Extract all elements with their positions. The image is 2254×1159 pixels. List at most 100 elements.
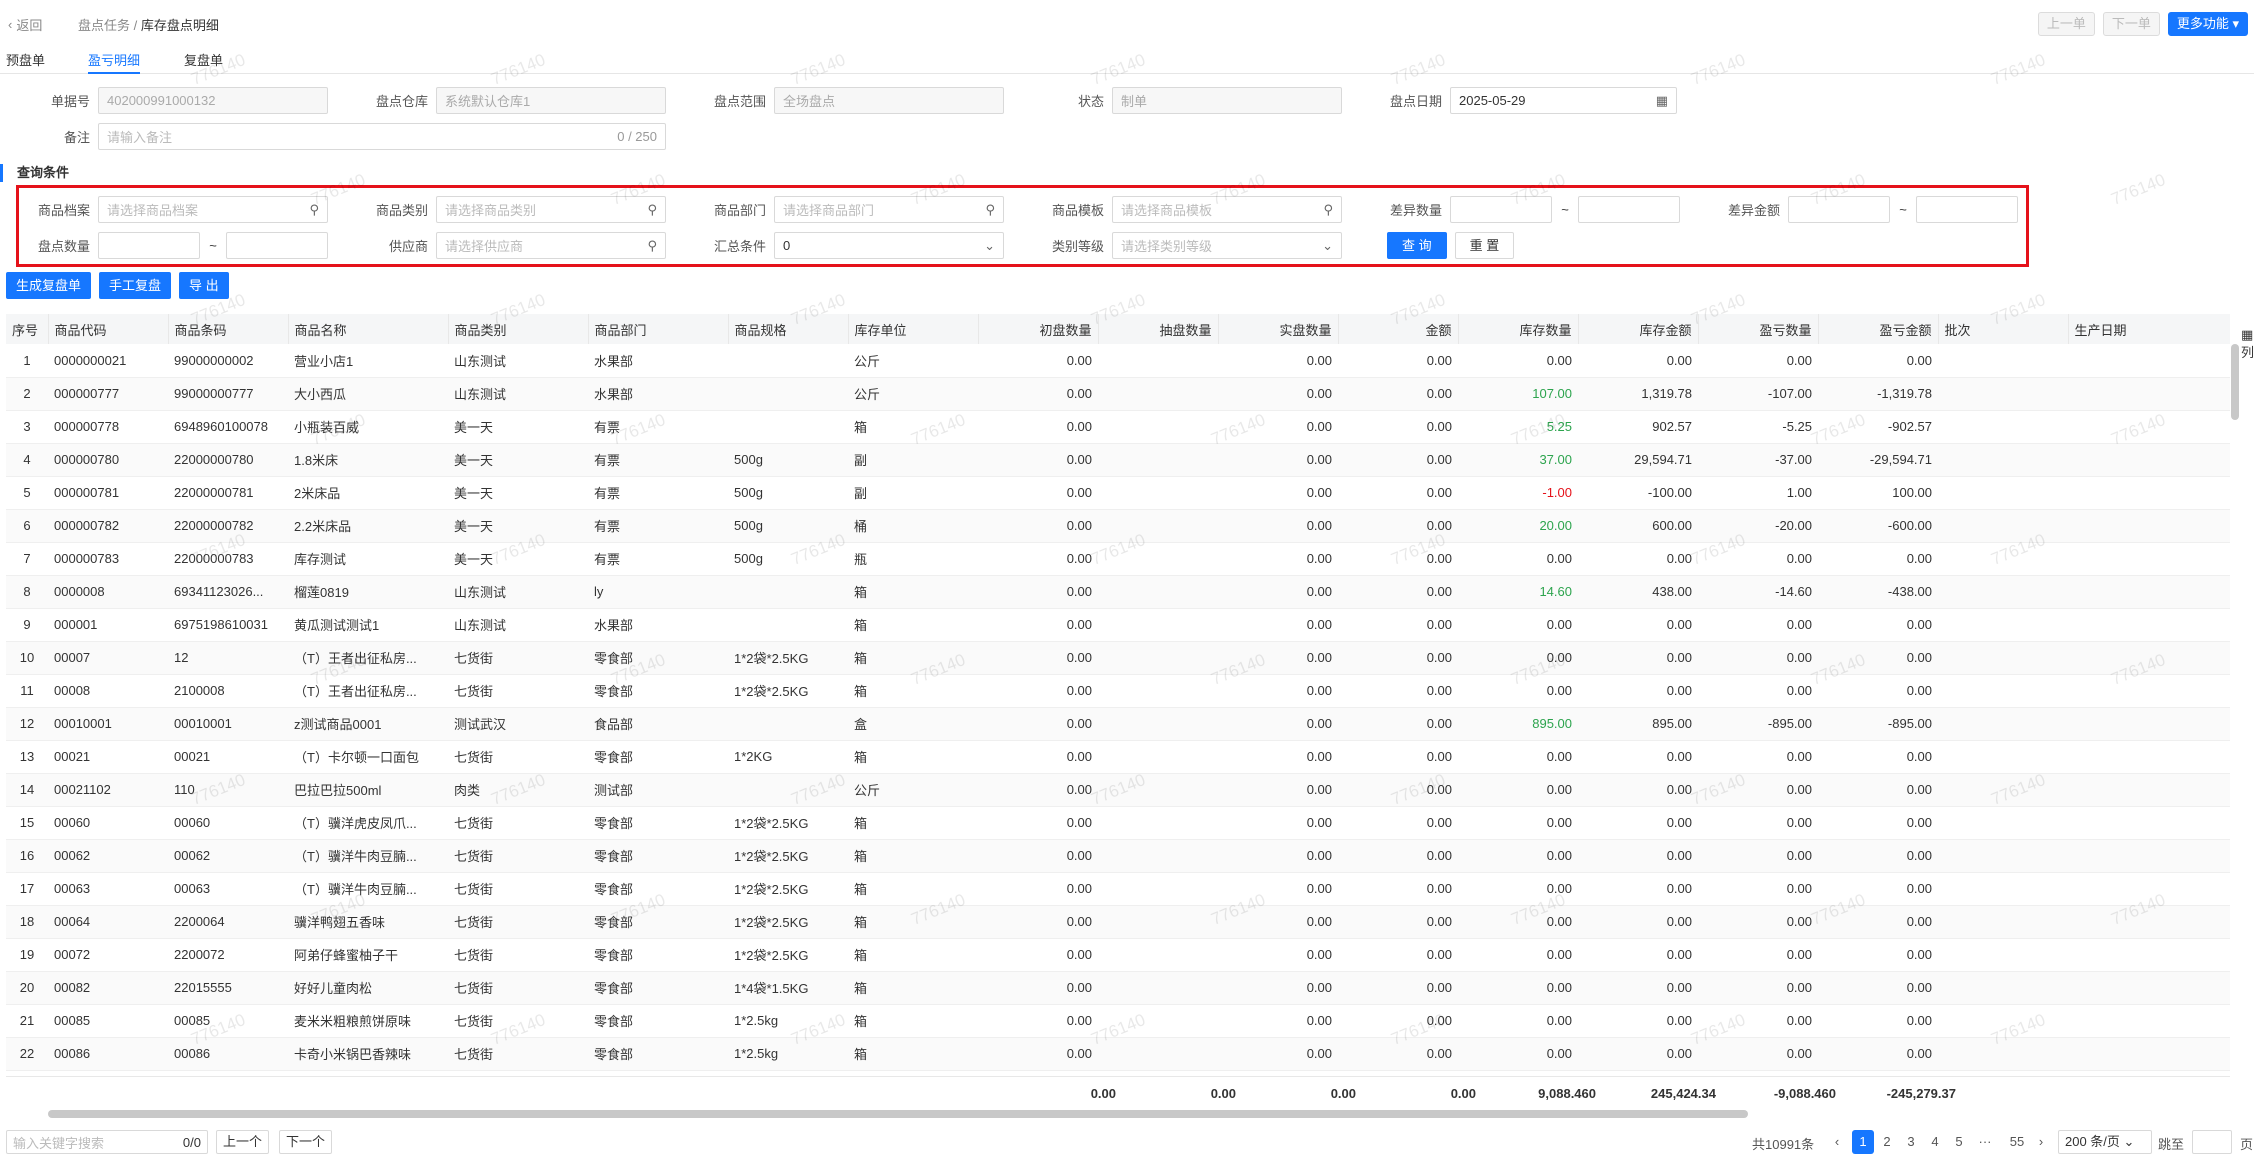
column-header[interactable]: 盈亏数量 [1698, 314, 1819, 344]
table-row[interactable]: 5 000000781 22000000781 2米床品 美一天 有票 500g 副 0.00 0… [6, 476, 2230, 510]
remark-input[interactable]: 请输入备注 0 / 250 [98, 123, 666, 150]
column-header[interactable]: 商品代码 [48, 314, 169, 344]
next-match-button[interactable]: 下一个 [279, 1130, 333, 1154]
table-row[interactable]: 8 0000008 69341123026... 榴莲0819 山东测试 ly 箱 0.00 0… [6, 575, 2230, 609]
reset-button[interactable]: 重 置 [1454, 232, 1515, 259]
column-header[interactable]: 序号 [6, 314, 49, 344]
column-header[interactable]: 库存金额 [1578, 314, 1699, 344]
table-row[interactable]: 10 00007 12 （T）王者出征私房... 七货街 零食部 1*2袋*2.5KG 箱 0.… [6, 641, 2230, 675]
level-select[interactable]: 请选择类别等级 ⌄ [1112, 232, 1342, 259]
page-next-icon[interactable]: › [2030, 1130, 2052, 1154]
prev-doc-button[interactable]: 上一单 [2037, 12, 2095, 36]
horizontal-scrollbar[interactable] [48, 1110, 1748, 1118]
page-ellipsis[interactable]: ··· [1974, 1130, 1996, 1154]
dept-input[interactable]: 请选择商品部门 ⚲ [774, 196, 1004, 223]
page-last[interactable]: 55 [2006, 1130, 2028, 1154]
column-header[interactable]: 初盘数量 [978, 314, 1099, 344]
column-header[interactable]: 商品名称 [288, 314, 449, 344]
column-header[interactable]: 抽盘数量 [1098, 314, 1219, 344]
column-header[interactable]: 商品类别 [448, 314, 589, 344]
detail-grid: 序号 商品代码 商品条码 商品名称 商品类别 商品部门 商品规格 库存单位 初盘数量 抽盘数量 实盘… [6, 314, 2230, 1108]
table-cell: 0.00 [1578, 740, 1698, 774]
search-button[interactable]: 查 询 [1387, 232, 1447, 259]
table-cell: 12 [168, 641, 288, 675]
table-cell: 七货街 [448, 1037, 588, 1071]
goods-input[interactable]: 请选择商品档案 ⚲ [98, 196, 328, 223]
column-header[interactable]: 商品规格 [728, 314, 849, 344]
next-doc-button[interactable]: 下一单 [2102, 12, 2160, 36]
table-row[interactable]: 9 000001 6975198610031 黄瓜测试测试1 山东测试 水果部箱 0.00 0… [6, 608, 2230, 642]
table-cell [1938, 575, 2068, 609]
table-row[interactable]: 1 0000000021 99000000002 营业小店1 山东测试 水果部 公斤 0.00… [6, 344, 2230, 378]
table-row[interactable]: 6 000000782 22000000782 2.2米床品 美一天 有票 500g 桶 0.0… [6, 509, 2230, 543]
table-cell: -5.25 [1698, 410, 1818, 444]
total-count: 共10991条 [1752, 1137, 1815, 1152]
column-header[interactable]: 商品条码 [168, 314, 289, 344]
table-cell: 0.00 [1218, 476, 1338, 510]
table-row[interactable]: 22 00086 00086 卡奇小米锅巴香辣味 七货街 零食部 1*2.5kg 箱 0.00 0… [6, 1037, 2230, 1071]
count-qty-max[interactable] [226, 232, 328, 259]
diff-qty-max[interactable] [1578, 196, 1680, 223]
sum-condition-select[interactable]: 0 ⌄ [774, 232, 1004, 259]
column-header[interactable]: 盈亏金额 [1818, 314, 1939, 344]
export-button[interactable]: 导 出 [179, 272, 229, 299]
template-input[interactable]: 请选择商品模板 ⚲ [1112, 196, 1342, 223]
table-row[interactable]: 18 00064 2200064 骥洋鸭翅五香味 七货街 零食部 1*2袋*2.5KG 箱 0.… [6, 905, 2230, 939]
table-row[interactable]: 3 000000778 6948960100078 小瓶装百威 美一天 有票箱 0.00 0.… [6, 410, 2230, 444]
table-row[interactable]: 11 00008 2100008 （T）王者出征私房... 七货街 零食部 1*2袋*2.5… [6, 674, 2230, 708]
page-4[interactable]: 4 [1924, 1130, 1946, 1154]
column-header[interactable]: 库存数量 [1458, 314, 1579, 344]
table-cell [2068, 872, 2230, 906]
diff-amt-min[interactable] [1788, 196, 1890, 223]
generate-recount-button[interactable]: 生成复盘单 [6, 272, 92, 299]
tab-pre-count[interactable]: 预盘单 [6, 50, 45, 74]
page-1[interactable]: 1 [1852, 1130, 1874, 1154]
table-cell: 0.00 [1338, 938, 1458, 972]
more-functions-button[interactable]: 更多功能 ▾ [2167, 12, 2248, 36]
column-header[interactable]: 批次 [1938, 314, 2069, 344]
table-cell: 0.00 [1458, 344, 1578, 378]
table-cell: 0.00 [978, 476, 1098, 510]
table-row[interactable]: 2 000000777 99000000777 大小西瓜 山东测试 水果部 公斤 0.00 0.… [6, 377, 2230, 411]
keyword-search-input[interactable]: 输入关键字搜索 0/0 [6, 1130, 208, 1154]
table-row[interactable]: 19 00072 2200072 阿弟仔蜂蜜柚子干 七货街 零食部 1*2袋*2.5KG 箱 0… [6, 938, 2230, 972]
supplier-input[interactable]: 请选择供应商 ⚲ [436, 232, 666, 259]
table-row[interactable]: 4 000000780 22000000780 1.8米床 美一天 有票 500g 副 0.00… [6, 443, 2230, 477]
table-row[interactable]: 17 00063 00063 （T）骥洋牛肉豆腩... 七货街 零食部 1*2袋*2.5KG… [6, 872, 2230, 906]
column-header[interactable]: 金额 [1338, 314, 1459, 344]
manual-recount-button[interactable]: 手工复盘 [99, 272, 172, 299]
back-button[interactable]: ‹ 返回 [8, 15, 42, 34]
table-cell: 0000008 [48, 575, 168, 609]
page-5[interactable]: 5 [1948, 1130, 1970, 1154]
page-2[interactable]: 2 [1876, 1130, 1898, 1154]
column-header[interactable]: 实盘数量 [1218, 314, 1339, 344]
diff-amt-max[interactable] [1916, 196, 2018, 223]
breadcrumb-parent[interactable]: 盘点任务 [78, 18, 130, 33]
tab-profit-loss[interactable]: 盈亏明细 [88, 50, 141, 74]
category-input[interactable]: 请选择商品类别 ⚲ [436, 196, 666, 223]
jump-page-input[interactable] [2192, 1130, 2232, 1154]
table-row[interactable]: 13 00021 00021 （T）卡尔顿一口面包 七货街 零食部 1*2KG 箱 0.00 0.… [6, 740, 2230, 774]
table-row[interactable]: 12 00010001 00010001 z测试商品0001 测试武汉 食品部盒 0.00 0… [6, 707, 2230, 741]
table-row[interactable]: 20 00082 22015555 好好儿童肉松 七货街 零食部 1*4袋*1.5KG 箱 0.… [6, 971, 2230, 1005]
count-qty-min[interactable] [98, 232, 200, 259]
table-row[interactable]: 7 000000783 22000000783 库存测试 美一天 有票 500g 瓶 0.00 0… [6, 542, 2230, 576]
page-size-select[interactable]: 200 条/页 ⌄ [2058, 1130, 2152, 1154]
table-cell: 00085 [48, 1004, 168, 1038]
column-header[interactable]: 商品部门 [588, 314, 729, 344]
table-row[interactable]: 21 00085 00085 麦米米粗粮煎饼原味 七货街 零食部 1*2.5kg 箱 0.00 0… [6, 1004, 2230, 1038]
column-header[interactable]: 库存单位 [848, 314, 979, 344]
page-3[interactable]: 3 [1900, 1130, 1922, 1154]
page-prev-icon[interactable]: ‹ [1826, 1130, 1848, 1154]
table-row[interactable]: 15 00060 00060 （T）骥洋虎皮凤爪... 七货街 零食部 1*2袋*2.5KG… [6, 806, 2230, 840]
table-row[interactable]: 14 00021102 110 巴拉巴拉500ml 肉类 测试部 公斤 0.00 0.00 0.0… [6, 773, 2230, 807]
vertical-scrollbar[interactable] [2231, 344, 2239, 420]
prev-match-button[interactable]: 上一个 [216, 1130, 270, 1154]
table-row[interactable]: 16 00062 00062 （T）骥洋牛肉豆腩... 七货街 零食部 1*2袋*2.5KG… [6, 839, 2230, 873]
diff-qty-min[interactable] [1450, 196, 1552, 223]
column-settings[interactable]: ▦ 列 [2241, 326, 2254, 362]
status-field: 制单 [1112, 87, 1342, 114]
date-field[interactable]: 2025-05-29 ▦ [1450, 87, 1677, 114]
column-header[interactable]: 生产日期 [2068, 314, 2230, 344]
tab-recount[interactable]: 复盘单 [184, 50, 223, 74]
